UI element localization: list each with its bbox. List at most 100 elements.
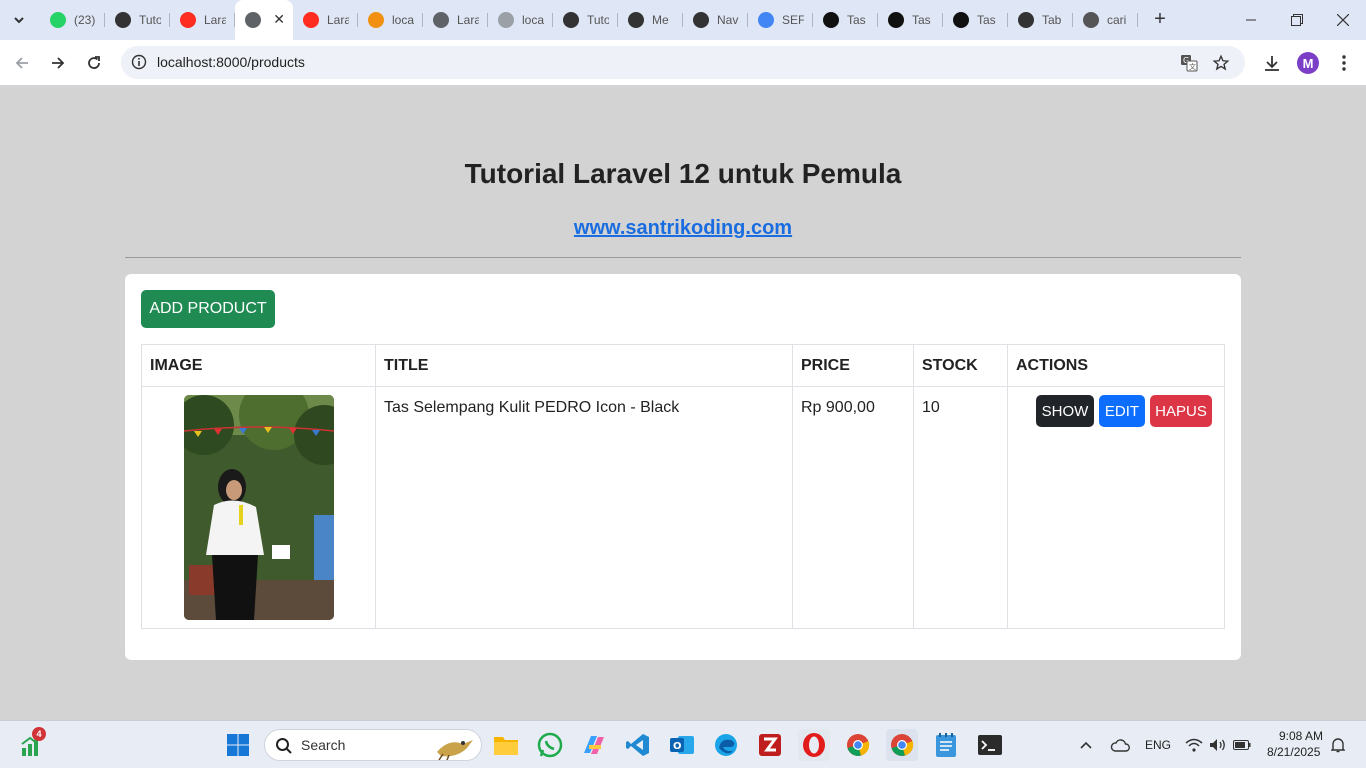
tab-label: Tas (977, 13, 996, 27)
translate-button[interactable]: G文 (1179, 53, 1199, 73)
taskbar-app-filezilla[interactable] (754, 729, 786, 761)
show-button[interactable]: SHOW (1036, 395, 1094, 427)
arrow-right-icon (52, 57, 65, 69)
browser-tab[interactable]: (23) (40, 0, 105, 40)
url-text[interactable]: localhost:8000/products (157, 54, 305, 70)
browser-tab[interactable]: loca (358, 0, 423, 40)
taskbar: 4 Search O ENG 9:08 AM 8/21/2025 (0, 720, 1366, 768)
bird-illustration-icon (437, 740, 473, 760)
browser-tab[interactable]: SEF (748, 0, 813, 40)
tab-search-button[interactable] (6, 7, 32, 33)
taskbar-app-edge[interactable] (710, 729, 742, 761)
translate-icon: G文 (1181, 55, 1198, 72)
taskbar-app-terminal[interactable] (974, 729, 1006, 761)
product-image-cell (141, 386, 376, 629)
cloud-icon (1110, 739, 1130, 752)
add-product-button[interactable]: ADD PRODUCT (141, 290, 275, 328)
arrow-left-icon (15, 57, 28, 69)
taskbar-app-chrome-active[interactable] (886, 729, 918, 761)
download-icon (1265, 56, 1279, 71)
more-vertical-icon (1342, 55, 1346, 71)
speaker-icon (1210, 739, 1225, 751)
browser-tab[interactable]: Me (618, 0, 683, 40)
browser-tab[interactable]: Tas (943, 0, 1008, 40)
tab-label: Tab (1042, 13, 1062, 27)
browser-tab[interactable]: Lara (293, 0, 358, 40)
site-link[interactable]: www.santrikoding.com (574, 217, 792, 239)
product-actions-cell: SHOW EDIT HAPUS (1007, 386, 1225, 629)
language-indicator[interactable]: ENG (1145, 738, 1171, 752)
browser-tab[interactable]: cari (1073, 0, 1138, 40)
taskbar-app-copilot[interactable] (578, 729, 610, 761)
profile-button[interactable]: M (1295, 50, 1321, 76)
address-bar[interactable]: localhost:8000/products G文 (121, 46, 1245, 79)
browser-tab[interactable]: Tab (1008, 0, 1073, 40)
chrome-icon (847, 734, 870, 756)
laravel-icon (180, 12, 196, 28)
browser-tab[interactable]: Tas (878, 0, 943, 40)
copilot-icon (584, 736, 604, 754)
restore-button[interactable] (1274, 0, 1320, 40)
notifications-button[interactable] (1326, 729, 1350, 761)
tab-label: Tas (912, 13, 931, 27)
notification-badge: 4 (32, 727, 46, 741)
bookmark-button[interactable] (1211, 53, 1231, 73)
product-title: Tas Selempang Kulit PEDRO Icon - Black (375, 386, 793, 629)
restore-icon (1291, 14, 1303, 26)
folder-icon (494, 737, 518, 755)
browser-tab[interactable]: Tuto (553, 0, 618, 40)
start-button[interactable] (222, 729, 254, 761)
forward-button[interactable] (44, 49, 72, 77)
taskbar-app-opera[interactable] (798, 729, 830, 761)
site-info-icon[interactable] (131, 54, 147, 70)
chevron-down-icon (14, 17, 24, 24)
onedrive-button[interactable] (1104, 729, 1136, 761)
column-header-stock: STOCK (913, 344, 1008, 387)
close-tab-icon[interactable]: ✕ (273, 11, 285, 28)
taskbar-app-whatsapp[interactable] (534, 729, 566, 761)
avatar: M (1297, 52, 1319, 74)
tab-active[interactable]: ✕ (235, 0, 293, 40)
search-label: Search (301, 737, 346, 753)
taskbar-app-notepad[interactable] (930, 729, 962, 761)
delete-button[interactable]: HAPUS (1150, 395, 1212, 427)
openai-icon (1018, 12, 1034, 28)
copilot-icon (563, 12, 579, 28)
browser-tab[interactable]: Nav (683, 0, 748, 40)
product-stock: 10 (913, 386, 1008, 629)
browser-tab[interactable]: Lara (423, 0, 488, 40)
browser-toolbar: localhost:8000/products G文 M (0, 40, 1366, 86)
reload-button[interactable] (80, 49, 108, 77)
downloads-button[interactable] (1259, 50, 1285, 76)
close-window-button[interactable] (1320, 0, 1366, 40)
tab-label: Me (652, 13, 669, 27)
taskbar-app-outlook[interactable]: O (666, 729, 698, 761)
back-button[interactable] (8, 49, 36, 77)
windows-icon (227, 734, 249, 756)
battery-button[interactable] (1226, 729, 1258, 761)
product-site-icon (823, 12, 839, 28)
edit-button[interactable]: EDIT (1099, 395, 1145, 427)
tab-label: Tas (847, 13, 866, 27)
browser-tab[interactable]: Lara (170, 0, 235, 40)
globe-icon (245, 12, 261, 28)
clock-date[interactable]: 8/21/2025 (1267, 745, 1320, 759)
clock-time[interactable]: 9:08 AM (1279, 729, 1323, 743)
browser-tab[interactable]: Tas (813, 0, 878, 40)
svg-text:文: 文 (1189, 62, 1196, 71)
taskbar-app-file-explorer[interactable] (490, 729, 522, 761)
reload-icon (88, 56, 100, 69)
widgets-button[interactable]: 4 (16, 727, 48, 761)
taskbar-app-chrome-profile[interactable] (842, 729, 874, 761)
minimize-button[interactable] (1228, 0, 1274, 40)
show-hidden-icons-button[interactable] (1070, 729, 1102, 761)
browser-menu-button[interactable] (1331, 50, 1357, 76)
new-tab-button[interactable]: + (1148, 8, 1172, 32)
plus-icon: + (1154, 8, 1166, 30)
tab-label: Tuto (139, 13, 161, 27)
browser-tab[interactable]: loca (488, 0, 553, 40)
taskbar-app-vscode[interactable] (622, 729, 654, 761)
tab-label: Nav (717, 13, 739, 27)
browser-tab[interactable]: Tuto (105, 0, 170, 40)
taskbar-search[interactable]: Search (264, 729, 482, 761)
